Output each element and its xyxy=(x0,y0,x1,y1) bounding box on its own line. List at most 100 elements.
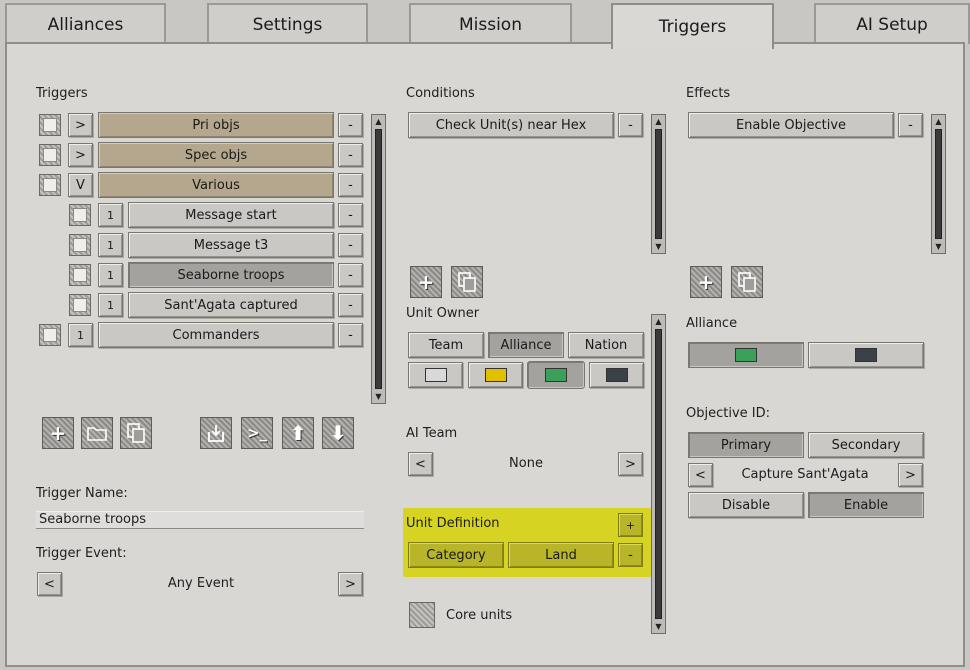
trigger-expand-button[interactable]: > xyxy=(68,143,93,167)
unit-definition-add-button[interactable]: + xyxy=(618,513,643,537)
trigger-name-input[interactable]: Seaborne troops xyxy=(36,511,364,529)
scroll-thumb[interactable] xyxy=(375,129,382,389)
import-trigger-button[interactable] xyxy=(200,417,232,449)
condition-details-scrollbar[interactable]: ▲ ▼ xyxy=(651,314,666,634)
trigger-item-seaborne-troops[interactable]: Seaborne troops xyxy=(128,262,334,288)
move-down-button[interactable]: ⬇ xyxy=(322,417,354,449)
trigger-remove-button[interactable]: - xyxy=(338,203,363,227)
trigger-remove-button[interactable]: - xyxy=(338,323,363,347)
alliance-green-button[interactable] xyxy=(688,342,804,368)
copy-condition-button[interactable] xyxy=(451,266,483,298)
effect-item-enable-objective[interactable]: Enable Objective xyxy=(688,112,894,138)
copy-trigger-button[interactable] xyxy=(120,417,152,449)
plus-icon: + xyxy=(417,270,435,294)
unit-definition-remove-button[interactable]: - xyxy=(618,543,643,567)
owner-color-green-button[interactable] xyxy=(527,361,585,389)
scroll-up-arrow-icon[interactable]: ▲ xyxy=(933,116,944,127)
trigger-index-badge: 1 xyxy=(98,293,123,317)
trigger-item-message-t3[interactable]: Message t3 xyxy=(128,232,334,258)
trigger-event-next-button[interactable]: > xyxy=(338,572,363,596)
ai-team-label: AI Team xyxy=(406,426,458,441)
trigger-remove-button[interactable]: - xyxy=(338,113,363,137)
effect-remove-button[interactable]: - xyxy=(898,113,923,137)
add-folder-button[interactable] xyxy=(81,417,113,449)
alliance-dark-button[interactable] xyxy=(808,342,924,368)
color-swatch xyxy=(735,348,757,362)
core-units-checkbox[interactable] xyxy=(409,602,435,628)
owner-color-dark-button[interactable] xyxy=(589,362,644,388)
scroll-up-arrow-icon[interactable]: ▲ xyxy=(373,116,384,127)
plus-icon: + xyxy=(49,421,67,445)
trigger-event-prev-button[interactable]: < xyxy=(37,572,62,596)
trigger-checkbox[interactable] xyxy=(39,324,61,346)
condition-remove-button[interactable]: - xyxy=(618,113,643,137)
trigger-checkbox[interactable] xyxy=(69,234,91,256)
scroll-down-arrow-icon[interactable]: ▼ xyxy=(373,391,384,402)
script-button[interactable]: >_ xyxy=(241,417,273,449)
owner-alliance-button[interactable]: Alliance xyxy=(488,332,564,358)
trigger-checkbox[interactable] xyxy=(69,264,91,286)
trigger-checkbox[interactable] xyxy=(39,114,61,136)
trigger-remove-button[interactable]: - xyxy=(338,293,363,317)
trigger-index-badge: 1 xyxy=(98,203,123,227)
trigger-item-pri-objs[interactable]: Pri objs xyxy=(98,112,334,138)
trigger-item-message-start[interactable]: Message start xyxy=(128,202,334,228)
trigger-item-various[interactable]: Various xyxy=(98,172,334,198)
ai-team-prev-button[interactable]: < xyxy=(408,452,433,476)
owner-color-white-button[interactable] xyxy=(408,362,463,388)
objective-disable-button[interactable]: Disable xyxy=(688,492,804,518)
color-swatch xyxy=(545,368,567,382)
owner-nation-button[interactable]: Nation xyxy=(568,332,644,358)
condition-item-check-unit-near-hex[interactable]: Check Unit(s) near Hex xyxy=(408,112,614,138)
trigger-remove-button[interactable]: - xyxy=(338,263,363,287)
scroll-up-arrow-icon[interactable]: ▲ xyxy=(653,316,664,327)
move-up-button[interactable]: ⬆ xyxy=(282,417,314,449)
conditions-heading: Conditions xyxy=(406,86,475,101)
owner-team-button[interactable]: Team xyxy=(408,332,484,358)
scroll-thumb[interactable] xyxy=(935,129,942,239)
trigger-checkbox[interactable] xyxy=(69,294,91,316)
copy-effect-button[interactable] xyxy=(731,266,763,298)
tab-alliances[interactable]: Alliances xyxy=(5,3,166,44)
triggers-scrollbar[interactable]: ▲ ▼ xyxy=(371,114,386,404)
trigger-checkbox[interactable] xyxy=(69,204,91,226)
add-trigger-button[interactable]: + xyxy=(42,417,74,449)
trigger-collapse-button[interactable]: V xyxy=(68,173,93,197)
ai-team-next-button[interactable]: > xyxy=(618,452,643,476)
scroll-up-arrow-icon[interactable]: ▲ xyxy=(653,116,664,127)
unit-owner-label: Unit Owner xyxy=(406,306,480,321)
tab-triggers[interactable]: Triggers xyxy=(611,3,774,49)
trigger-item-spec-objs[interactable]: Spec objs xyxy=(98,142,334,168)
scroll-down-arrow-icon[interactable]: ▼ xyxy=(653,621,664,632)
scroll-thumb[interactable] xyxy=(655,129,662,239)
tab-mission[interactable]: Mission xyxy=(409,3,572,44)
add-condition-button[interactable]: + xyxy=(410,266,442,298)
objective-prev-button[interactable]: < xyxy=(688,463,713,487)
owner-color-yellow-button[interactable] xyxy=(468,362,523,388)
scroll-down-arrow-icon[interactable]: ▼ xyxy=(933,241,944,252)
conditions-scrollbar[interactable]: ▲ ▼ xyxy=(651,114,666,254)
scroll-down-arrow-icon[interactable]: ▼ xyxy=(653,241,664,252)
trigger-item-commanders[interactable]: Commanders xyxy=(98,322,334,348)
effects-scrollbar[interactable]: ▲ ▼ xyxy=(931,114,946,254)
trigger-checkbox[interactable] xyxy=(39,174,61,196)
trigger-event-value: Any Event xyxy=(167,576,235,591)
trigger-remove-button[interactable]: - xyxy=(338,143,363,167)
trigger-expand-button[interactable]: > xyxy=(68,113,93,137)
trigger-remove-button[interactable]: - xyxy=(338,233,363,257)
objective-primary-button[interactable]: Primary xyxy=(688,432,804,458)
objective-next-button[interactable]: > xyxy=(898,463,923,487)
objective-enable-button[interactable]: Enable xyxy=(808,492,924,518)
scroll-thumb[interactable] xyxy=(655,329,662,619)
unit-definition-category-button[interactable]: Category xyxy=(408,542,504,568)
core-units-label: Core units xyxy=(446,608,513,623)
trigger-remove-button[interactable]: - xyxy=(338,173,363,197)
add-effect-button[interactable]: + xyxy=(690,266,722,298)
objective-secondary-button[interactable]: Secondary xyxy=(808,432,924,458)
objective-value: Capture Sant'Agata xyxy=(741,467,869,482)
trigger-checkbox[interactable] xyxy=(39,144,61,166)
unit-definition-value-button[interactable]: Land xyxy=(508,542,614,568)
trigger-item-santagata-captured[interactable]: Sant'Agata captured xyxy=(128,292,334,318)
tab-settings[interactable]: Settings xyxy=(207,3,368,44)
tab-ai-setup[interactable]: AI Setup xyxy=(814,3,970,44)
